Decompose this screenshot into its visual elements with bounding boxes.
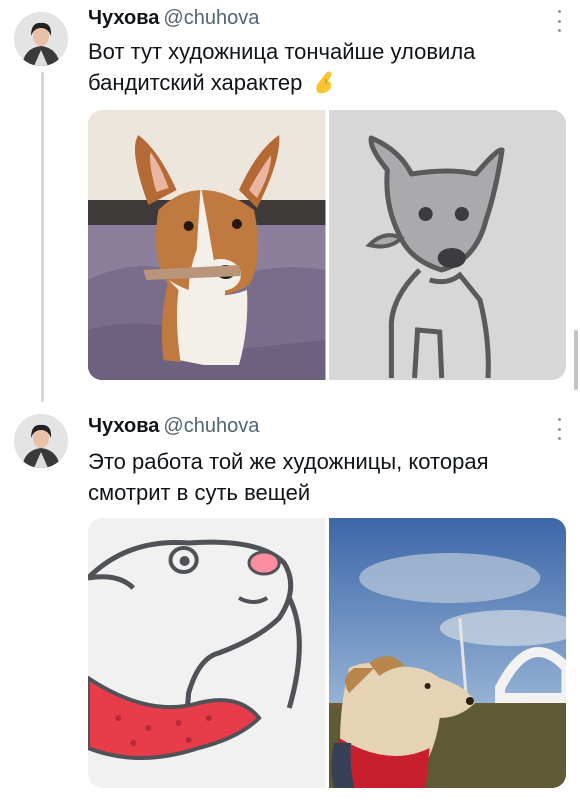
scrollbar[interactable] (574, 330, 578, 390)
pinching-hand-icon (315, 71, 331, 94)
more-options-icon[interactable] (556, 418, 562, 440)
tweet-text-content: Вот тут художница тончайше уловила банди… (88, 39, 476, 95)
dog-profile-drawing[interactable] (88, 518, 326, 788)
media-grid (88, 110, 566, 380)
terrier-photo[interactable] (328, 518, 566, 788)
author-name[interactable]: Чухова (88, 415, 159, 437)
tweet-header: Чухова @chuhova (88, 6, 259, 30)
avatar[interactable] (14, 414, 68, 468)
avatar-image (14, 12, 68, 66)
avatar[interactable] (14, 12, 68, 66)
corgi-photo[interactable] (88, 110, 326, 380)
author-handle[interactable]: @chuhova (163, 7, 259, 29)
tweet-1[interactable]: Чухова @chuhova Вот тут художница тончайш… (0, 0, 580, 390)
tweet-2[interactable]: Чухова @chuhova Это работа той же художни… (0, 400, 580, 800)
tweet-text: Вот тут художница тончайше уловила банди… (88, 36, 558, 98)
tweet-text-content: Это работа той же художницы, которая смо… (88, 449, 489, 505)
more-options-icon[interactable] (556, 10, 562, 32)
dog-drawing[interactable] (328, 110, 566, 380)
author-handle[interactable]: @chuhova (163, 415, 259, 437)
avatar-image (14, 414, 68, 468)
tweet-text: Это работа той же художницы, которая смо… (88, 446, 558, 508)
tweet-header: Чухова @chuhova (88, 414, 259, 438)
author-name[interactable]: Чухова (88, 7, 159, 29)
media-grid (88, 518, 566, 788)
